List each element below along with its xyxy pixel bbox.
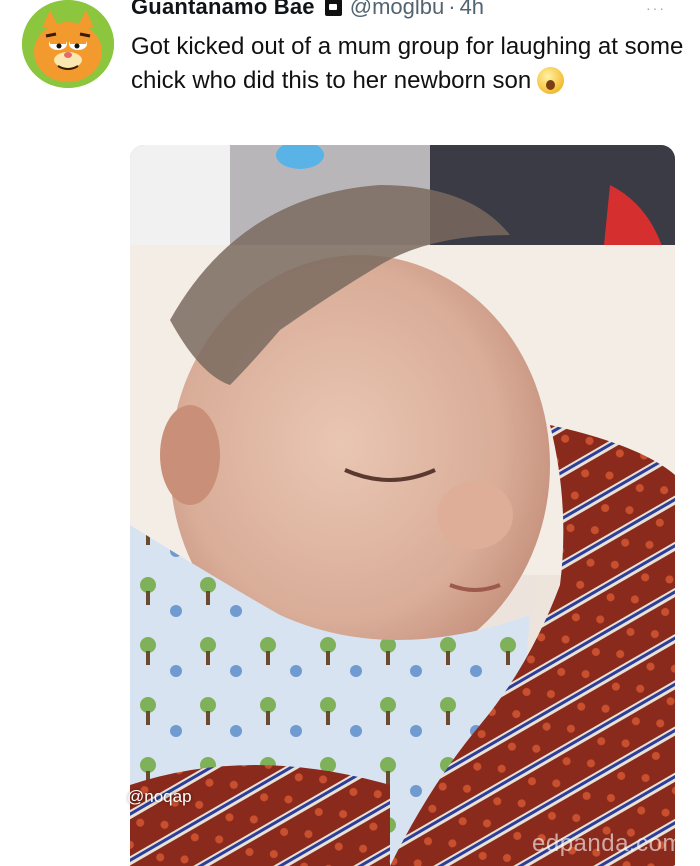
photo-watermark: @noqap bbox=[127, 787, 192, 806]
separator-dot: · bbox=[448, 0, 456, 19]
more-dots-icon[interactable]: ··· bbox=[646, 0, 666, 16]
tweet-photo[interactable] bbox=[130, 145, 675, 866]
timestamp[interactable]: 4h bbox=[460, 0, 484, 20]
verified-badge-icon bbox=[324, 0, 342, 16]
user-handle[interactable]: @moglbu bbox=[350, 0, 445, 20]
baby-photo-illustration bbox=[130, 145, 675, 866]
avatar[interactable] bbox=[22, 0, 114, 88]
tweet-header: Guantanamo Bae @moglbu · 4h bbox=[131, 0, 484, 20]
display-name[interactable]: Guantanamo Bae bbox=[131, 0, 315, 20]
crying-laughing-emoji-icon bbox=[537, 66, 565, 94]
site-watermark: edpanda.com bbox=[532, 830, 683, 857]
tweet-text: Got kicked out of a mum group for laughi… bbox=[131, 30, 691, 97]
tweet-body: Got kicked out of a mum group for laughi… bbox=[131, 33, 684, 94]
garfield-avatar-icon bbox=[22, 0, 114, 88]
